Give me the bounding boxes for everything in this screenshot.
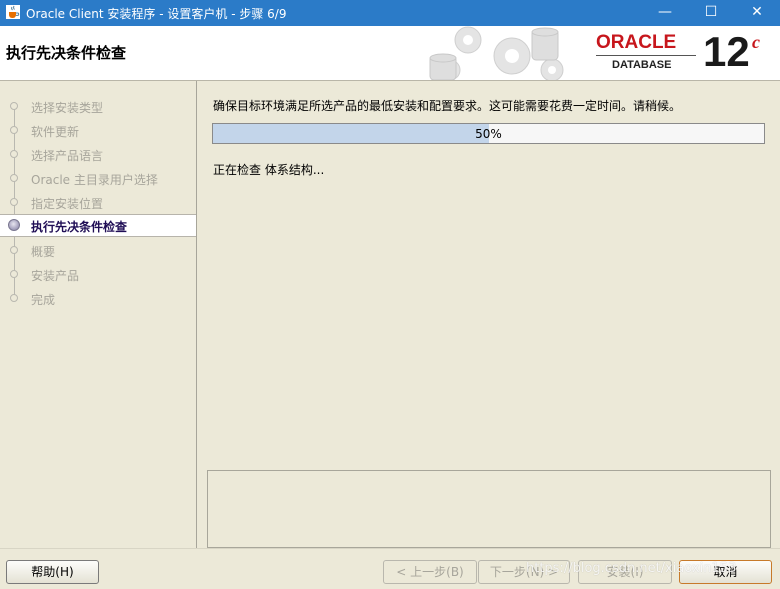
- prereq-description: 确保目标环境满足所选产品的最低安装和配置要求。这可能需要花费一定时间。请稍候。: [213, 99, 682, 113]
- step-dot-icon: [10, 294, 18, 302]
- step-item[interactable]: 软件更新: [0, 119, 196, 142]
- next-button[interactable]: 下一步(N) >: [478, 560, 570, 584]
- step-item[interactable]: 选择产品语言: [0, 143, 196, 166]
- progress-bar: 50%: [212, 123, 765, 144]
- step-label: 完成: [31, 293, 56, 307]
- step-item[interactable]: 指定安装位置: [0, 191, 196, 214]
- step-label: 执行先决条件检查: [31, 220, 128, 234]
- minimize-button[interactable]: —: [642, 0, 688, 26]
- main-panel: 确保目标环境满足所选产品的最低安装和配置要求。这可能需要花费一定时间。请稍候。 …: [197, 81, 780, 548]
- step-item-active[interactable]: 执行先决条件检查: [0, 214, 196, 237]
- step-label: 软件更新: [31, 125, 80, 139]
- progress-percent: 50%: [475, 127, 502, 141]
- step-dot-icon: [10, 246, 18, 254]
- step-item[interactable]: 选择安装类型: [0, 95, 196, 118]
- step-label: 安装产品: [31, 269, 80, 283]
- close-button[interactable]: ✕: [734, 0, 780, 26]
- step-dot-icon: [10, 126, 18, 134]
- step-item[interactable]: 概要: [0, 239, 196, 262]
- logo-divider: [596, 55, 696, 56]
- step-label: Oracle 主目录用户选择: [31, 173, 158, 187]
- back-button[interactable]: < 上一步(B): [383, 560, 477, 584]
- cancel-button[interactable]: 取消: [679, 560, 772, 584]
- installer-header: 执行先决条件检查 ORACLE DATABASE 12 c: [0, 26, 780, 81]
- step-label: 选择安装类型: [31, 101, 104, 115]
- step-dot-icon: [10, 102, 18, 110]
- gears-decoration-icon: [429, 26, 564, 80]
- step-label: 选择产品语言: [31, 149, 104, 163]
- status-text: 正在检查 体系结构...: [213, 163, 325, 177]
- steps-sidebar: 选择安装类型 软件更新 选择产品语言 Oracle 主目录用户选择 指定安装位置…: [0, 81, 197, 548]
- details-panel: [207, 470, 771, 548]
- page-title: 执行先决条件检查: [6, 44, 127, 62]
- step-item[interactable]: 安装产品: [0, 263, 196, 286]
- button-bar: 帮助(H) < 上一步(B) 下一步(N) > 安装(I) 取消: [0, 548, 780, 589]
- window-title: Oracle Client 安装程序 - 设置客户机 - 步骤 6/9: [26, 7, 287, 21]
- logo-version: 12: [703, 28, 750, 75]
- step-dot-icon: [10, 270, 18, 278]
- step-item[interactable]: 完成: [0, 287, 196, 310]
- logo-product: DATABASE: [612, 59, 672, 71]
- step-label: 指定安装位置: [31, 197, 104, 211]
- step-label: 概要: [31, 245, 56, 259]
- oracle-logo: ORACLE: [596, 32, 677, 53]
- install-button[interactable]: 安装(I): [578, 560, 672, 584]
- logo-version-suffix: c: [752, 32, 760, 52]
- step-dot-icon: [10, 198, 18, 206]
- step-dot-icon: [10, 174, 18, 182]
- window-titlebar: Oracle Client 安装程序 - 设置客户机 - 步骤 6/9 — ☐ …: [0, 0, 780, 26]
- help-button[interactable]: 帮助(H): [6, 560, 99, 584]
- step-current-icon: [8, 219, 20, 231]
- step-dot-icon: [10, 150, 18, 158]
- java-cup-icon: [6, 5, 20, 19]
- maximize-button[interactable]: ☐: [688, 0, 734, 26]
- step-item[interactable]: Oracle 主目录用户选择: [0, 167, 196, 190]
